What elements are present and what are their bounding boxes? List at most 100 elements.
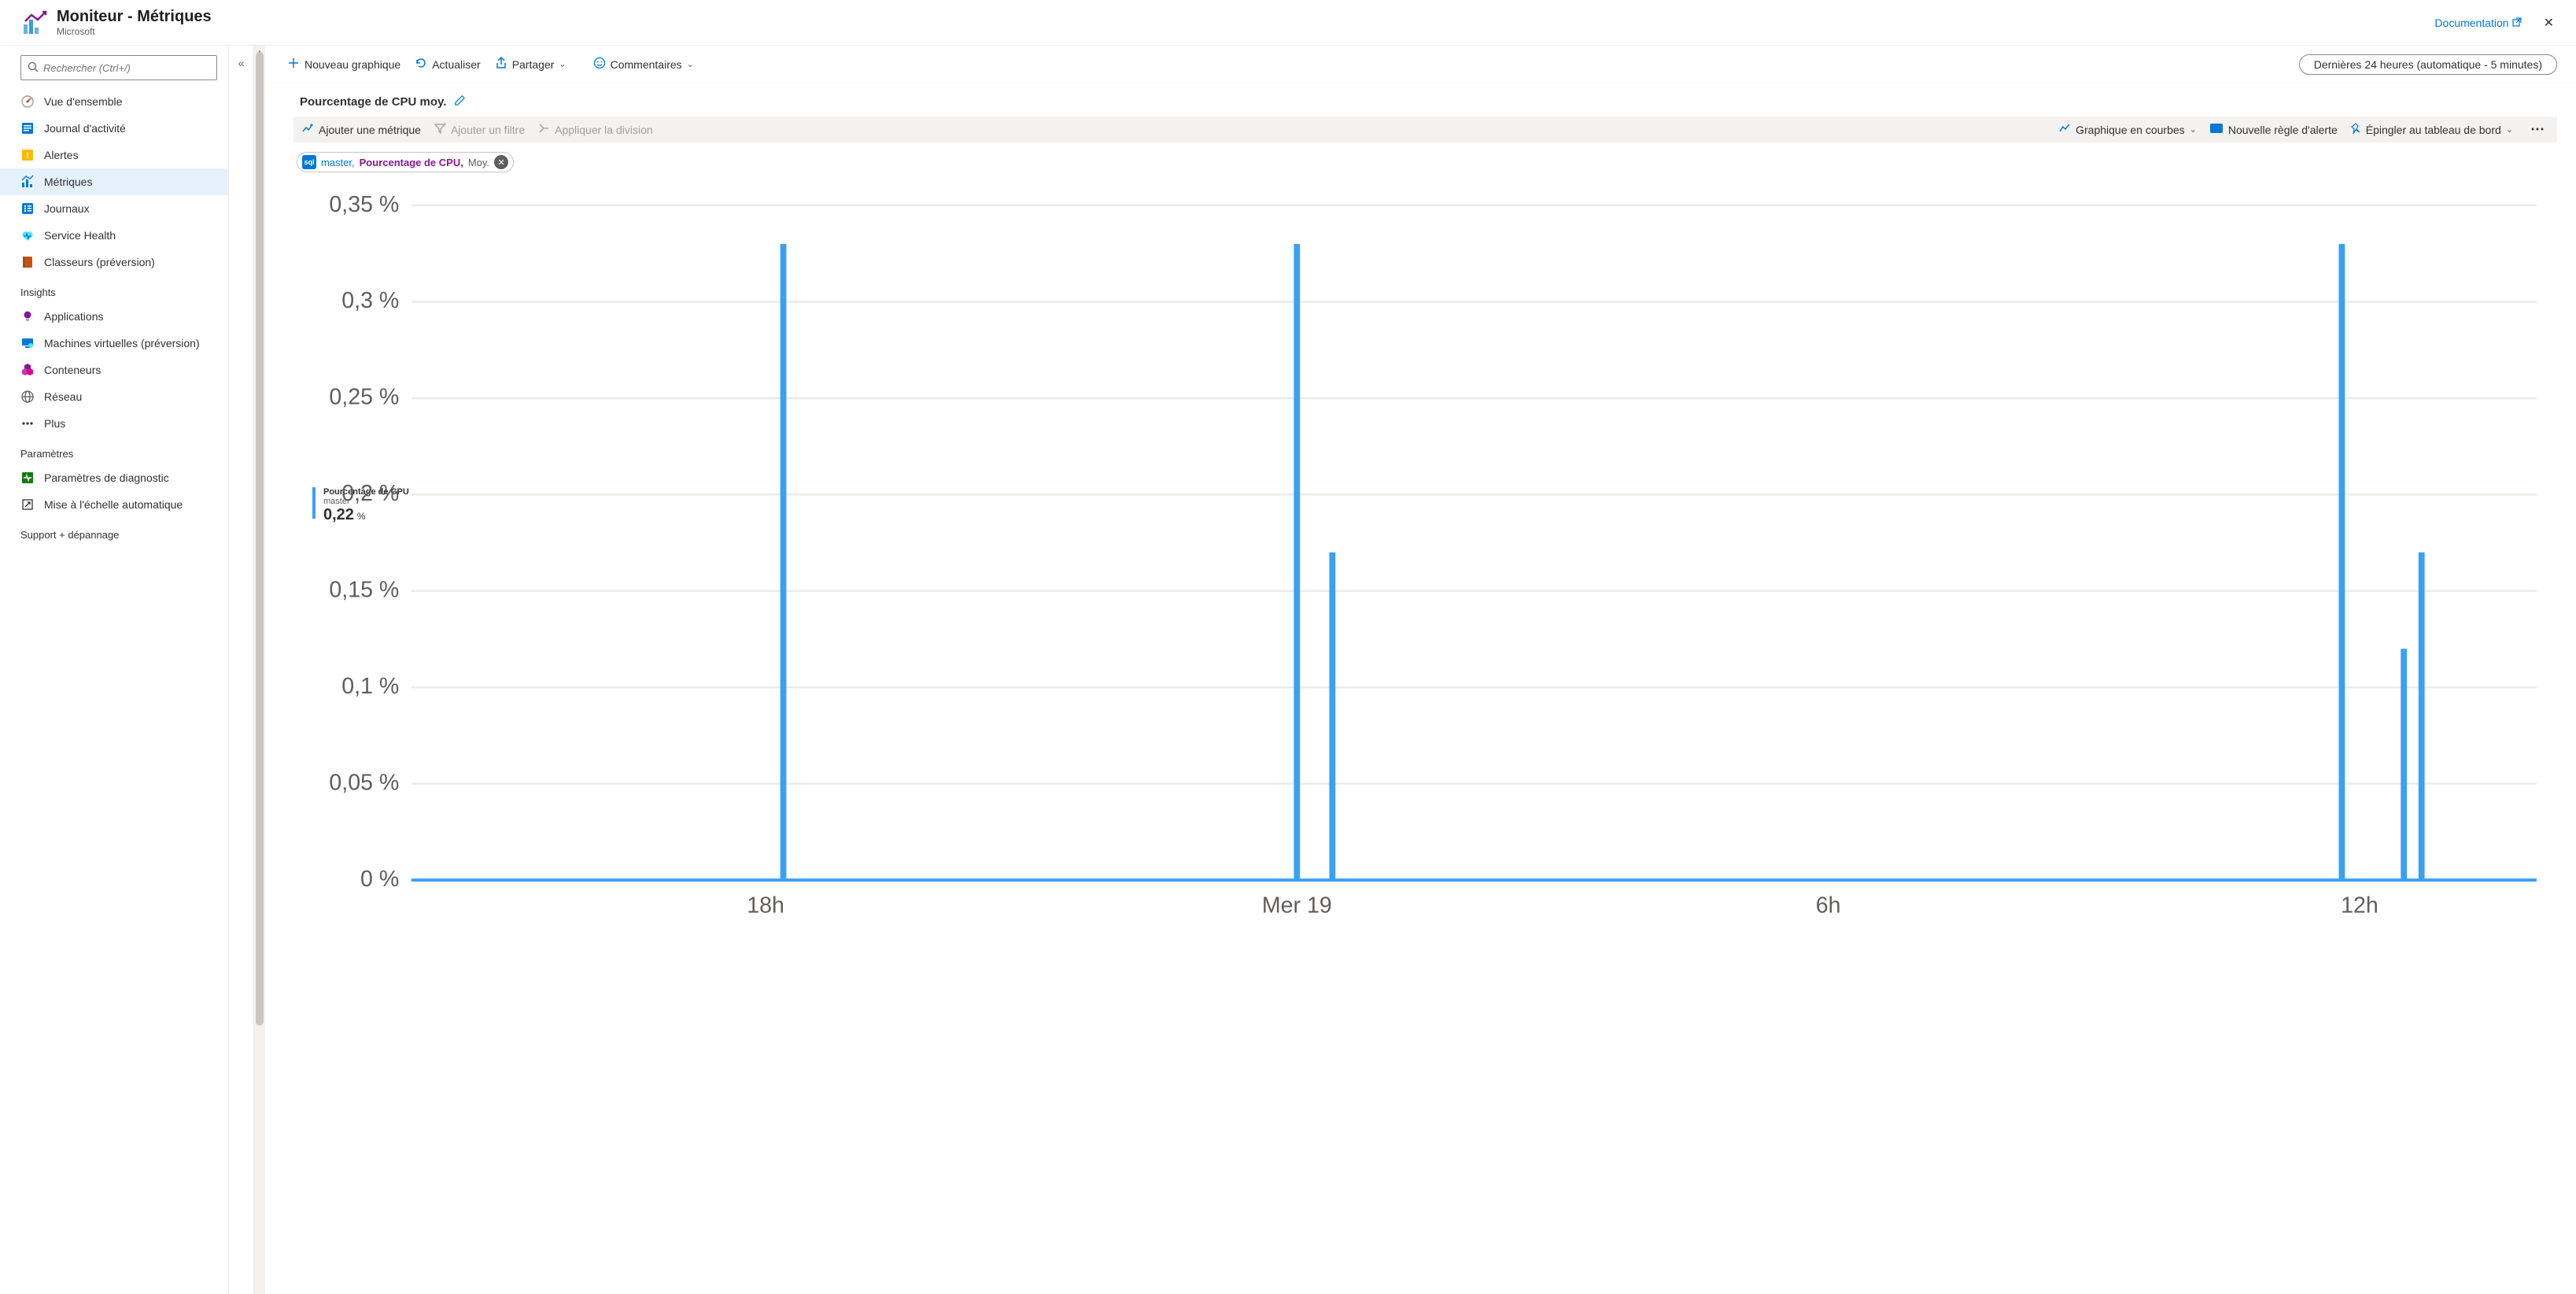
sidebar-item[interactable]: Conteneurs bbox=[0, 357, 228, 383]
sidebar-item-label: Applications bbox=[44, 310, 104, 323]
sidebar-item[interactable]: Applications bbox=[0, 303, 228, 330]
sidebar-item[interactable]: Vue d'ensemble bbox=[0, 88, 228, 115]
nav-group-header: Insights bbox=[0, 275, 228, 303]
chevron-down-icon: ⌄ bbox=[2190, 124, 2197, 135]
sidebar-item[interactable]: Paramètres de diagnostic bbox=[0, 464, 228, 491]
workbook-icon bbox=[20, 255, 35, 269]
sidebar-item[interactable]: Réseau bbox=[0, 383, 228, 410]
svg-text:0 %: 0 % bbox=[360, 867, 399, 892]
metrics-icon bbox=[20, 175, 35, 189]
sidebar-item[interactable]: Machines virtuelles (préversion) bbox=[0, 330, 228, 357]
chart-title: Pourcentage de CPU moy. bbox=[300, 95, 446, 109]
svg-text:Mer 19: Mer 19 bbox=[1262, 893, 1332, 919]
sidebar-item-label: Paramètres de diagnostic bbox=[44, 471, 169, 484]
share-icon bbox=[495, 57, 507, 72]
sidebar-item-label: Métriques bbox=[44, 176, 92, 188]
external-link-icon bbox=[2512, 17, 2522, 29]
sidebar: Vue d'ensemble Journal d'activité! Alertes… bbox=[0, 46, 228, 1294]
sidebar-item-label: Service Health bbox=[44, 229, 116, 242]
sidebar-item[interactable]: Service Health bbox=[0, 222, 228, 249]
add-metric-icon bbox=[301, 122, 314, 137]
close-button[interactable]: ✕ bbox=[2537, 12, 2560, 34]
sidebar-item[interactable]: Plus bbox=[0, 410, 228, 437]
sidebar-item-label: Journaux bbox=[44, 202, 90, 215]
metric-pill[interactable]: sql master, Pourcentage de CPU, Moy. ✕ bbox=[297, 152, 514, 172]
line-chart-icon bbox=[2058, 122, 2071, 137]
more-icon bbox=[20, 416, 35, 431]
feedback-button[interactable]: Commentaires ⌄ bbox=[592, 54, 696, 75]
filter-icon: + bbox=[434, 122, 446, 137]
more-options-button[interactable]: ⋯ bbox=[2526, 121, 2549, 138]
svg-text:18h: 18h bbox=[747, 893, 784, 919]
search-input[interactable] bbox=[20, 55, 217, 80]
gauge-icon bbox=[20, 94, 35, 109]
svg-text:0,15 %: 0,15 % bbox=[329, 578, 399, 603]
apply-split-button[interactable]: Appliquer la division bbox=[537, 122, 653, 137]
content-area: ▴ Nouveau graphique Actualiser Partager … bbox=[254, 46, 2576, 1294]
autoscale-icon bbox=[20, 497, 35, 512]
refresh-icon bbox=[415, 57, 427, 72]
pin-icon bbox=[2350, 123, 2361, 136]
chevron-down-icon: ⌄ bbox=[559, 59, 566, 69]
time-range-selector[interactable]: Dernières 24 heures (automatique - 5 min… bbox=[2299, 54, 2557, 75]
split-icon bbox=[537, 122, 550, 137]
svg-text:0,1 %: 0,1 % bbox=[341, 674, 399, 699]
svg-text:0,2 %: 0,2 % bbox=[341, 481, 399, 506]
chart-type-selector[interactable]: Graphique en courbes ⌄ bbox=[2058, 122, 2197, 137]
collapse-sidebar-button[interactable]: « bbox=[238, 57, 245, 1294]
svg-text:0,05 %: 0,05 % bbox=[329, 770, 399, 795]
metric-pill-aggregation: Moy. bbox=[468, 157, 489, 168]
scroll-thumb[interactable] bbox=[256, 52, 264, 1026]
new-chart-button[interactable]: Nouveau graphique bbox=[286, 54, 402, 75]
search-icon bbox=[28, 61, 39, 75]
plus-icon bbox=[287, 57, 300, 72]
page-subtitle: Microsoft bbox=[57, 26, 2434, 37]
diag-icon bbox=[20, 471, 35, 485]
sidebar-item[interactable]: Métriques bbox=[0, 168, 228, 195]
sidebar-item-label: Alertes bbox=[44, 149, 79, 161]
vm-icon bbox=[20, 336, 35, 350]
alert-icon: ! bbox=[20, 148, 35, 162]
sql-icon: sql bbox=[302, 155, 316, 169]
svg-text:+: + bbox=[443, 122, 446, 128]
sidebar-item[interactable]: Journaux bbox=[0, 195, 228, 222]
sidebar-item-label: Plus bbox=[44, 417, 65, 430]
svg-text:0,25 %: 0,25 % bbox=[329, 385, 399, 410]
sidebar-item-label: Mise à l'échelle automatique bbox=[44, 498, 183, 511]
smile-icon bbox=[593, 57, 606, 72]
sidebar-item-label: Classeurs (préversion) bbox=[44, 256, 155, 268]
refresh-button[interactable]: Actualiser bbox=[413, 54, 482, 75]
svg-text:0,35 %: 0,35 % bbox=[329, 192, 399, 217]
command-bar: Nouveau graphique Actualiser Partager ⌄ … bbox=[254, 46, 2576, 83]
sidebar-item[interactable]: Journal d'activité bbox=[0, 115, 228, 142]
documentation-link[interactable]: Documentation bbox=[2434, 17, 2521, 29]
content-scrollbar[interactable]: ▴ bbox=[254, 46, 265, 1294]
metric-pill-metric: Pourcentage de CPU, bbox=[360, 157, 463, 168]
new-alert-rule-button[interactable]: Nouvelle règle d'alerte bbox=[2209, 123, 2338, 136]
chart-plot[interactable]: 0 %0,05 %0,1 %0,15 %0,2 %0,25 %0,3 %0,35… bbox=[293, 185, 2557, 476]
page-title: Moniteur - Métriques bbox=[57, 8, 2434, 26]
sidebar-item-label: Vue d'ensemble bbox=[44, 95, 122, 108]
pin-to-dashboard-button[interactable]: Épingler au tableau de bord ⌄ bbox=[2350, 123, 2513, 136]
chevron-down-icon: ⌄ bbox=[687, 59, 694, 69]
alert-rule-icon bbox=[2209, 123, 2224, 136]
add-metric-button[interactable]: Ajouter une métrique bbox=[301, 122, 421, 137]
chevron-down-icon: ⌄ bbox=[2506, 124, 2513, 135]
monitor-logo-icon bbox=[22, 10, 47, 35]
edit-title-button[interactable] bbox=[454, 94, 466, 109]
containers-icon bbox=[20, 363, 35, 377]
sidebar-item-label: Machines virtuelles (préversion) bbox=[44, 337, 200, 349]
network-icon bbox=[20, 390, 35, 404]
health-icon bbox=[20, 228, 35, 242]
share-button[interactable]: Partager ⌄ bbox=[493, 54, 568, 75]
sidebar-item-label: Réseau bbox=[44, 390, 82, 403]
sidebar-item[interactable]: Classeurs (préversion) bbox=[0, 249, 228, 275]
sidebar-item-label: Journal d'activité bbox=[44, 122, 126, 135]
logs-icon bbox=[20, 201, 35, 216]
sidebar-item[interactable]: Mise à l'échelle automatique bbox=[0, 491, 228, 518]
activity-icon bbox=[20, 121, 35, 135]
remove-metric-button[interactable]: ✕ bbox=[494, 155, 508, 169]
svg-text:0,3 %: 0,3 % bbox=[341, 288, 399, 313]
sidebar-item[interactable]: ! Alertes bbox=[0, 142, 228, 168]
add-filter-button[interactable]: + Ajouter un filtre bbox=[434, 122, 525, 137]
